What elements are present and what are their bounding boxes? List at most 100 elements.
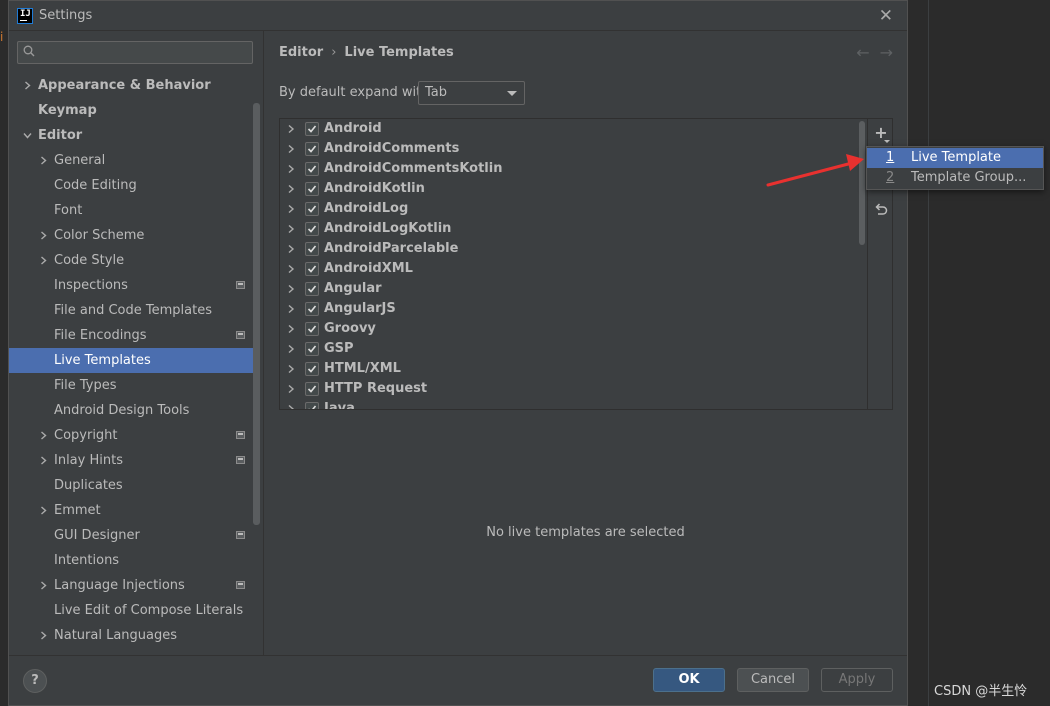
sidebar-item-file-types[interactable]: File Types (9, 373, 253, 398)
chevron-right-icon[interactable] (39, 506, 48, 515)
chevron-right-icon[interactable] (39, 581, 48, 590)
template-group-checkbox[interactable] (305, 142, 319, 156)
template-group-checkbox[interactable] (305, 362, 319, 376)
cancel-button[interactable]: Cancel (737, 668, 809, 692)
back-arrow-icon[interactable]: ← (856, 43, 869, 62)
template-group-row[interactable]: AndroidLog (280, 199, 866, 219)
template-group-checkbox[interactable] (305, 262, 319, 276)
template-group-row[interactable]: HTML/XML (280, 359, 866, 379)
template-group-checkbox[interactable] (305, 322, 319, 336)
sidebar-item-file-encodings[interactable]: File Encodings (9, 323, 253, 348)
project-scope-icon (236, 531, 245, 539)
help-button[interactable]: ? (23, 669, 47, 693)
expand-with-select[interactable]: Tab (418, 81, 525, 105)
project-scope-icon (236, 331, 245, 339)
template-group-row[interactable]: AndroidParcelable (280, 239, 866, 259)
sidebar-item-copyright[interactable]: Copyright (9, 423, 253, 448)
chevron-right-icon[interactable] (39, 456, 48, 465)
chevron-right-icon[interactable] (287, 305, 295, 313)
apply-button[interactable]: Apply (821, 668, 893, 692)
sidebar-item-color-scheme[interactable]: Color Scheme (9, 223, 253, 248)
forward-arrow-icon[interactable]: → (880, 43, 893, 62)
template-group-checkbox[interactable] (305, 122, 319, 136)
template-group-checkbox[interactable] (305, 182, 319, 196)
chevron-right-icon[interactable] (287, 265, 295, 273)
title-bar[interactable]: IJ Settings ✕ (9, 1, 907, 31)
sidebar-item-duplicates[interactable]: Duplicates (9, 473, 253, 498)
chevron-right-icon[interactable] (287, 365, 295, 373)
restore-defaults-button[interactable] (872, 201, 890, 219)
sidebar-item-natural-languages[interactable]: Natural Languages (9, 623, 253, 648)
template-group-label: AndroidXML (324, 261, 413, 276)
chevron-right-icon[interactable] (39, 631, 48, 640)
menu-item-live-template[interactable]: 1 Live Template (867, 148, 1043, 168)
chevron-right-icon[interactable] (23, 81, 32, 90)
template-group-checkbox[interactable] (305, 202, 319, 216)
chevron-right-icon[interactable] (287, 165, 295, 173)
sidebar-item-inlay-hints[interactable]: Inlay Hints (9, 448, 253, 473)
template-group-row[interactable]: HTTP Request (280, 379, 866, 399)
close-icon[interactable]: ✕ (879, 6, 893, 26)
template-group-row[interactable]: Android (280, 119, 866, 139)
ok-button[interactable]: OK (653, 668, 725, 692)
template-group-label: HTTP Request (324, 381, 428, 396)
chevron-right-icon[interactable] (287, 185, 295, 193)
template-group-row[interactable]: AngularJS (280, 299, 866, 319)
chevron-right-icon[interactable] (287, 225, 295, 233)
sidebar-item-inspections[interactable]: Inspections (9, 273, 253, 298)
sidebar-scrollbar[interactable] (253, 103, 260, 525)
template-group-row[interactable]: Angular (280, 279, 866, 299)
template-group-checkbox[interactable] (305, 342, 319, 356)
sidebar-item-code-editing[interactable]: Code Editing (9, 173, 253, 198)
chevron-right-icon[interactable] (287, 385, 295, 393)
sidebar-item-appearance-behavior[interactable]: Appearance & Behavior (9, 73, 253, 98)
menu-item-template-group[interactable]: 2 Template Group... (867, 168, 1043, 188)
template-group-row[interactable]: GSP (280, 339, 866, 359)
chevron-right-icon[interactable] (287, 145, 295, 153)
sidebar-item-language-injections[interactable]: Language Injections (9, 573, 253, 598)
checkmark-icon (307, 365, 317, 373)
settings-tree: Appearance & Behavior Keymap Editor General… (9, 73, 253, 648)
template-group-row[interactable]: Java (280, 399, 866, 409)
sidebar-item-editor[interactable]: Editor (9, 123, 253, 148)
chevron-right-icon[interactable] (287, 125, 295, 133)
template-group-checkbox[interactable] (305, 282, 319, 296)
sidebar-item-font[interactable]: Font (9, 198, 253, 223)
template-group-checkbox[interactable] (305, 242, 319, 256)
sidebar-item-live-templates[interactable]: Live Templates (9, 348, 253, 373)
sidebar-item-emmet[interactable]: Emmet (9, 498, 253, 523)
template-group-row[interactable]: Groovy (280, 319, 866, 339)
template-group-checkbox[interactable] (305, 222, 319, 236)
sidebar-item-android-design-tools[interactable]: Android Design Tools (9, 398, 253, 423)
chevron-right-icon[interactable] (39, 231, 48, 240)
template-group-row[interactable]: AndroidLogKotlin (280, 219, 866, 239)
template-group-checkbox[interactable] (305, 162, 319, 176)
chevron-right-icon[interactable] (287, 405, 295, 409)
chevron-right-icon[interactable] (287, 245, 295, 253)
sidebar-item-keymap[interactable]: Keymap (9, 98, 253, 123)
sidebar-item-intentions[interactable]: Intentions (9, 548, 253, 573)
add-template-button[interactable]: + (872, 124, 890, 143)
breadcrumb: Editor › Live Templates (279, 45, 454, 60)
chevron-right-icon[interactable] (39, 156, 48, 165)
chevron-right-icon[interactable] (287, 345, 295, 353)
sidebar-item-label: File Encodings (54, 328, 147, 343)
sidebar-item-file-and-code-templates[interactable]: File and Code Templates (9, 298, 253, 323)
chevron-right-icon[interactable] (287, 325, 295, 333)
checkmark-icon (307, 305, 317, 313)
sidebar-item-live-edit-of-compose-literals[interactable]: Live Edit of Compose Literals (9, 598, 253, 623)
chevron-right-icon[interactable] (39, 256, 48, 265)
chevron-right-icon[interactable] (287, 205, 295, 213)
template-group-checkbox[interactable] (305, 382, 319, 396)
sidebar-item-code-style[interactable]: Code Style (9, 248, 253, 273)
chevron-right-icon[interactable] (39, 431, 48, 440)
template-group-checkbox[interactable] (305, 302, 319, 316)
sidebar-item-gui-designer[interactable]: GUI Designer (9, 523, 253, 548)
chevron-right-icon[interactable] (287, 285, 295, 293)
template-group-checkbox[interactable] (305, 402, 319, 409)
settings-search-input[interactable] (17, 41, 253, 64)
chevron-down-icon[interactable] (23, 131, 32, 140)
sidebar-item-label: Inspections (54, 278, 128, 293)
sidebar-item-general[interactable]: General (9, 148, 253, 173)
template-group-row[interactable]: AndroidXML (280, 259, 866, 279)
